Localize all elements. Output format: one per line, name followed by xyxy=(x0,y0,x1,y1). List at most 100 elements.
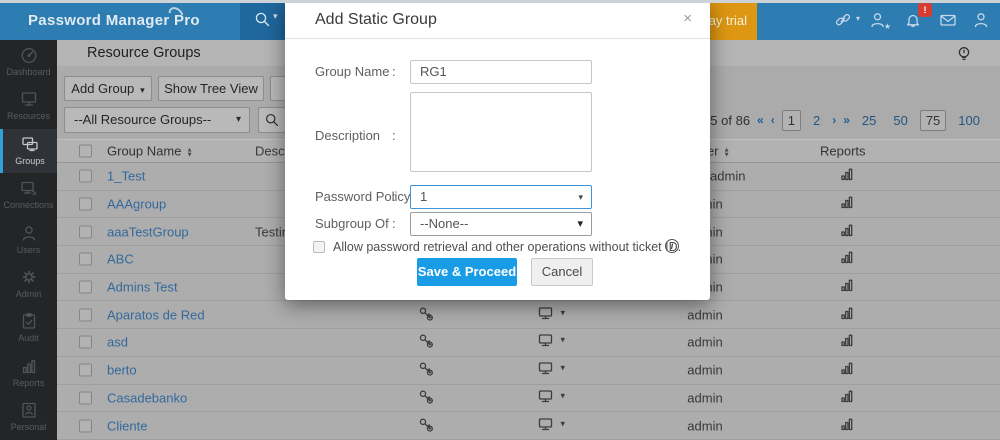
row-checkbox[interactable] xyxy=(79,336,92,349)
sidebar-item-resources[interactable]: Resources xyxy=(0,84,57,128)
top-border xyxy=(0,0,1000,3)
lightbulb-icon[interactable] xyxy=(954,44,974,64)
last-page-button[interactable]: » xyxy=(843,113,850,127)
quick-link-icon[interactable] xyxy=(833,10,853,30)
sidebar-item-reports[interactable]: Reports xyxy=(0,351,57,395)
group-name-link[interactable]: aaaTestGroup xyxy=(107,224,189,239)
report-icon[interactable] xyxy=(838,277,856,298)
password-actions-icon[interactable] xyxy=(417,304,435,325)
remote-connection-icon[interactable]: ▾ xyxy=(537,304,555,325)
description-textarea[interactable] xyxy=(410,92,592,172)
search-icon xyxy=(263,111,281,129)
save-proceed-button[interactable]: Save & Proceed xyxy=(417,258,517,286)
row-checkbox[interactable] xyxy=(79,364,92,377)
group-name-link[interactable]: Aparatos de Red xyxy=(107,307,205,322)
sidebar-item-users[interactable]: Users xyxy=(0,218,57,262)
gear-icon xyxy=(19,267,39,287)
sidebar: Dashboard Resources Groups Connections U… xyxy=(0,40,57,440)
close-icon[interactable]: × xyxy=(683,10,692,27)
description-label: Description xyxy=(315,128,380,143)
next-page-button[interactable]: › xyxy=(832,113,836,127)
row-checkbox[interactable] xyxy=(79,419,92,432)
sidebar-item-admin[interactable]: Admin xyxy=(0,262,57,306)
group-owner: admin xyxy=(640,335,770,350)
colon: : xyxy=(392,216,396,231)
sidebar-item-label: Dashboard xyxy=(0,67,57,77)
report-icon[interactable] xyxy=(838,387,856,408)
ticket-id-checkbox[interactable] xyxy=(313,241,325,253)
report-icon[interactable] xyxy=(838,166,856,187)
password-actions-icon[interactable] xyxy=(417,387,435,408)
subgroup-of-select[interactable]: --None-- xyxy=(410,212,592,236)
report-icon[interactable] xyxy=(838,221,856,242)
remote-connection-icon[interactable]: ▾ xyxy=(537,415,555,436)
report-icon[interactable] xyxy=(838,249,856,270)
sidebar-item-dashboard[interactable]: Dashboard xyxy=(0,40,57,84)
resource-group-filter-select[interactable]: --All Resource Groups-- xyxy=(64,107,250,133)
prev-page-button[interactable]: ‹ xyxy=(771,113,775,127)
password-actions-icon[interactable] xyxy=(417,360,435,381)
table-row: Aparatos de Red ▾ admin xyxy=(57,301,1000,329)
table-row: berto ▾ admin xyxy=(57,357,1000,385)
show-tree-view-button[interactable]: Show Tree View xyxy=(158,76,264,101)
page-size-button[interactable]: 75 xyxy=(920,110,946,131)
add-group-button[interactable]: Add Group xyxy=(64,76,152,101)
password-actions-icon[interactable] xyxy=(417,415,435,436)
sort-icon[interactable] xyxy=(723,147,729,157)
group-owner: admin xyxy=(640,307,770,322)
row-checkbox[interactable] xyxy=(79,225,92,238)
notifications-icon[interactable]: ! xyxy=(903,10,923,30)
info-icon[interactable]: i xyxy=(665,239,679,253)
sidebar-item-audit[interactable]: Audit xyxy=(0,306,57,350)
row-checkbox[interactable] xyxy=(79,281,92,294)
remote-connection-icon[interactable]: ▾ xyxy=(537,332,555,353)
search-icon[interactable] xyxy=(253,10,273,35)
report-icon[interactable] xyxy=(838,194,856,215)
report-icon[interactable] xyxy=(838,304,856,325)
sidebar-item-connections[interactable]: Connections xyxy=(0,173,57,217)
page-number-button[interactable]: 1 xyxy=(782,110,801,131)
row-checkbox[interactable] xyxy=(79,253,92,266)
star-badge: ★ xyxy=(884,23,891,31)
remote-connection-icon[interactable]: ▾ xyxy=(537,387,555,408)
page-size-button[interactable]: 50 xyxy=(888,111,912,130)
sidebar-item-label: Admin xyxy=(0,289,57,299)
group-name-link[interactable]: berto xyxy=(107,363,137,378)
group-name-link[interactable]: Casadebanko xyxy=(107,390,187,405)
report-icon[interactable] xyxy=(838,415,856,436)
page-size-button[interactable]: 100 xyxy=(953,111,985,130)
remote-connection-icon[interactable]: ▾ xyxy=(537,360,555,381)
group-name-link[interactable]: ABC xyxy=(107,252,134,267)
colon: : xyxy=(392,128,396,143)
sidebar-item-groups[interactable]: Groups xyxy=(0,129,57,173)
sort-icon[interactable] xyxy=(186,147,192,157)
group-name-link[interactable]: AAAgroup xyxy=(107,197,166,212)
report-icon[interactable] xyxy=(838,360,856,381)
sidebar-item-personal[interactable]: Personal xyxy=(0,395,57,439)
group-name-link[interactable]: 1_Test xyxy=(107,169,145,184)
row-checkbox[interactable] xyxy=(79,198,92,211)
group-name-link[interactable]: Admins Test xyxy=(107,280,178,295)
page-number-button[interactable]: 2 xyxy=(808,111,825,130)
column-group-name[interactable]: Group Name xyxy=(107,144,193,159)
group-name-link[interactable]: Cliente xyxy=(107,418,147,433)
group-name-input[interactable]: RG1 xyxy=(410,60,592,84)
report-icon[interactable] xyxy=(838,332,856,353)
page-size-button[interactable]: 25 xyxy=(857,111,881,130)
first-page-button[interactable]: « xyxy=(757,113,764,127)
user-star-icon[interactable]: ★ xyxy=(868,10,888,30)
group-name-link[interactable]: asd xyxy=(107,335,128,350)
password-actions-icon[interactable] xyxy=(417,332,435,353)
row-checkbox[interactable] xyxy=(79,170,92,183)
cancel-button[interactable]: Cancel xyxy=(531,258,593,286)
select-all-checkbox[interactable] xyxy=(79,145,92,158)
mail-icon[interactable] xyxy=(938,10,958,30)
group-owner: admin xyxy=(640,418,770,433)
chevron-down-icon: ▾ xyxy=(560,363,565,374)
password-policy-select[interactable]: 1 xyxy=(410,185,592,209)
group-monitors-icon xyxy=(20,134,40,154)
table-search-button[interactable] xyxy=(258,107,286,133)
row-checkbox[interactable] xyxy=(79,391,92,404)
account-icon[interactable] xyxy=(971,10,991,30)
row-checkbox[interactable] xyxy=(79,308,92,321)
